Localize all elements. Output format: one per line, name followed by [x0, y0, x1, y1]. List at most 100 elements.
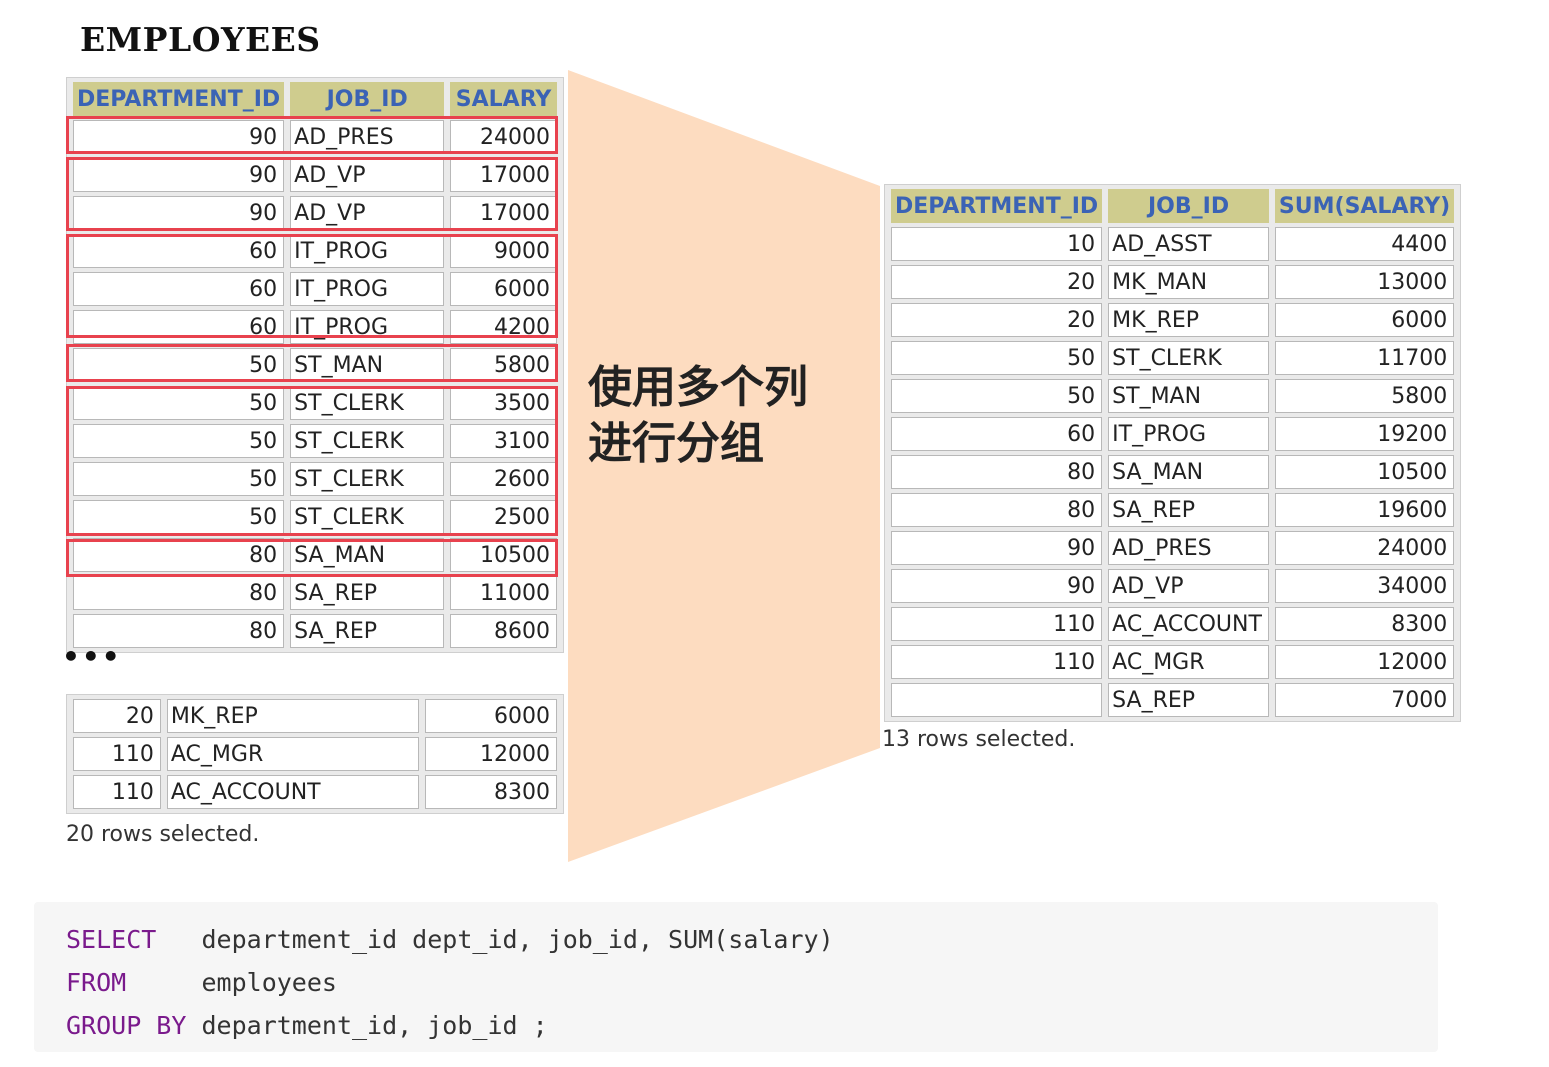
header-salary: SALARY [450, 82, 557, 116]
department-id-cell: 110 [891, 645, 1103, 679]
department-id-cell: 50 [73, 462, 285, 496]
department-id-cell: 90 [891, 531, 1103, 565]
table-row: 90 AD_PRES 24000 [891, 531, 1455, 565]
code-line: SELECT department_id dept_id, job_id, SU… [66, 918, 1406, 961]
table-row: 50 ST_CLERK 11700 [891, 341, 1455, 375]
table-row: 20 MK_REP 6000 [891, 303, 1455, 337]
table-row: 60 IT_PROG 19200 [891, 417, 1455, 451]
table-row: 50 ST_MAN 5800 [891, 379, 1455, 413]
department-id-cell: 80 [891, 493, 1103, 527]
ellipsis: ••• [62, 640, 122, 673]
table-row: 10 AD_ASST 4400 [891, 227, 1455, 261]
job-id-cell: ST_CLERK [290, 424, 445, 458]
department-id-cell: 90 [73, 158, 285, 192]
result-row-count: 13 rows selected. [882, 727, 1076, 752]
label-line-1: 使用多个列 [588, 362, 808, 413]
department-id-cell: 110 [73, 775, 161, 809]
table-row: 60 IT_PROG 6000 [73, 272, 557, 306]
department-id-cell: 110 [891, 607, 1103, 641]
table-row: 80 SA_MAN 10500 [891, 455, 1455, 489]
department-id-cell: 80 [73, 538, 285, 572]
table-row: 90 AD_VP 17000 [73, 158, 557, 192]
employees-row-count: 20 rows selected. [66, 822, 260, 847]
job-id-cell: SA_REP [1108, 683, 1269, 717]
table-row: 60 IT_PROG 4200 [73, 310, 557, 344]
department-id-cell: 50 [73, 348, 285, 382]
salary-cell: 11700 [1274, 341, 1455, 375]
department-id-cell: 110 [73, 737, 161, 771]
result-header-job-id: JOB_ID [1108, 189, 1269, 223]
code-spacing [126, 968, 201, 997]
result-header-sum-salary: SUM(SALARY) [1274, 189, 1455, 223]
table-row: 80 SA_REP 11000 [73, 576, 557, 610]
department-id-cell: 60 [73, 234, 285, 268]
salary-cell: 2600 [450, 462, 557, 496]
job-id-cell: AD_ASST [1108, 227, 1269, 261]
job-id-cell: MK_REP [1108, 303, 1269, 337]
job-id-cell: ST_CLERK [290, 386, 445, 420]
table-row: 110 AC_MGR 12000 [891, 645, 1455, 679]
table-row: 50 ST_CLERK 3100 [73, 424, 557, 458]
table-row: 110 AC_ACCOUNT 8300 [73, 775, 557, 809]
job-id-cell: AD_PRES [290, 120, 445, 154]
salary-cell: 4400 [1274, 227, 1455, 261]
salary-cell: 8300 [425, 775, 557, 809]
department-id-cell: 60 [891, 417, 1103, 451]
salary-cell: 3100 [450, 424, 557, 458]
job-id-cell: AD_PRES [1108, 531, 1269, 565]
code-line: FROM employees [66, 961, 1406, 1004]
sql-keyword: SELECT [66, 925, 157, 954]
salary-cell: 5800 [450, 348, 557, 382]
table-row: 80 SA_REP 19600 [891, 493, 1455, 527]
department-id-cell: 50 [73, 424, 285, 458]
table-row: 50 ST_CLERK 2600 [73, 462, 557, 496]
salary-cell: 8300 [1274, 607, 1455, 641]
department-id-cell: 20 [73, 699, 161, 733]
salary-cell: 7000 [1274, 683, 1455, 717]
table-row: 50 ST_CLERK 2500 [73, 500, 557, 534]
table-row: 50 ST_CLERK 3500 [73, 386, 557, 420]
job-id-cell: AD_VP [1108, 569, 1269, 603]
salary-cell: 3500 [450, 386, 557, 420]
job-id-cell: ST_MAN [1108, 379, 1269, 413]
job-id-cell: AC_ACCOUNT [1108, 607, 1269, 641]
salary-cell: 12000 [1274, 645, 1455, 679]
department-id-cell: 80 [891, 455, 1103, 489]
table-row: 20 MK_REP 6000 [73, 699, 557, 733]
salary-cell: 24000 [450, 120, 557, 154]
salary-cell: 2500 [450, 500, 557, 534]
table-row: 90 AD_PRES 24000 [73, 120, 557, 154]
job-id-cell: SA_MAN [290, 538, 445, 572]
table-row: 90 AD_VP 34000 [891, 569, 1455, 603]
group-by-multiple-columns-label: 使用多个列 进行分组 [588, 360, 808, 472]
department-id-cell: 90 [891, 569, 1103, 603]
salary-cell: 4200 [450, 310, 557, 344]
department-id-cell: 20 [891, 303, 1103, 337]
employees-table-tail: 20 MK_REP 6000 110 AC_MGR 12000 110 AC_ACCOUNT 8… [66, 694, 564, 814]
salary-cell: 6000 [425, 699, 557, 733]
salary-cell: 9000 [450, 234, 557, 268]
result-table: DEPARTMENT_ID JOB_ID SUM(SALARY) 10 AD_AS… [884, 184, 1462, 722]
job-id-cell: IT_PROG [290, 272, 445, 306]
header-department-id: DEPARTMENT_ID [73, 82, 285, 116]
salary-cell: 12000 [425, 737, 557, 771]
salary-cell: 8600 [450, 614, 557, 648]
sql-keyword: GROUP BY [66, 1011, 187, 1040]
header-job-id: JOB_ID [290, 82, 445, 116]
table-row: 20 MK_MAN 13000 [891, 265, 1455, 299]
job-id-cell: IT_PROG [290, 234, 445, 268]
job-id-cell: ST_CLERK [290, 462, 445, 496]
code-spacing [186, 1011, 201, 1040]
department-id-cell: 80 [73, 576, 285, 610]
job-id-cell: AC_MGR [1108, 645, 1269, 679]
job-id-cell: ST_CLERK [290, 500, 445, 534]
job-id-cell: IT_PROG [1108, 417, 1269, 451]
salary-cell: 13000 [1274, 265, 1455, 299]
job-id-cell: MK_REP [166, 699, 420, 733]
table-row: 110 AC_ACCOUNT 8300 [891, 607, 1455, 641]
salary-cell: 17000 [450, 158, 557, 192]
result-header-row: DEPARTMENT_ID JOB_ID SUM(SALARY) [891, 189, 1455, 223]
code-line: GROUP BY department_id, job_id ; [66, 1004, 1406, 1047]
job-id-cell: AC_ACCOUNT [166, 775, 420, 809]
employees-table: DEPARTMENT_ID JOB_ID SALARY 90 AD_PRES 240… [66, 77, 564, 653]
